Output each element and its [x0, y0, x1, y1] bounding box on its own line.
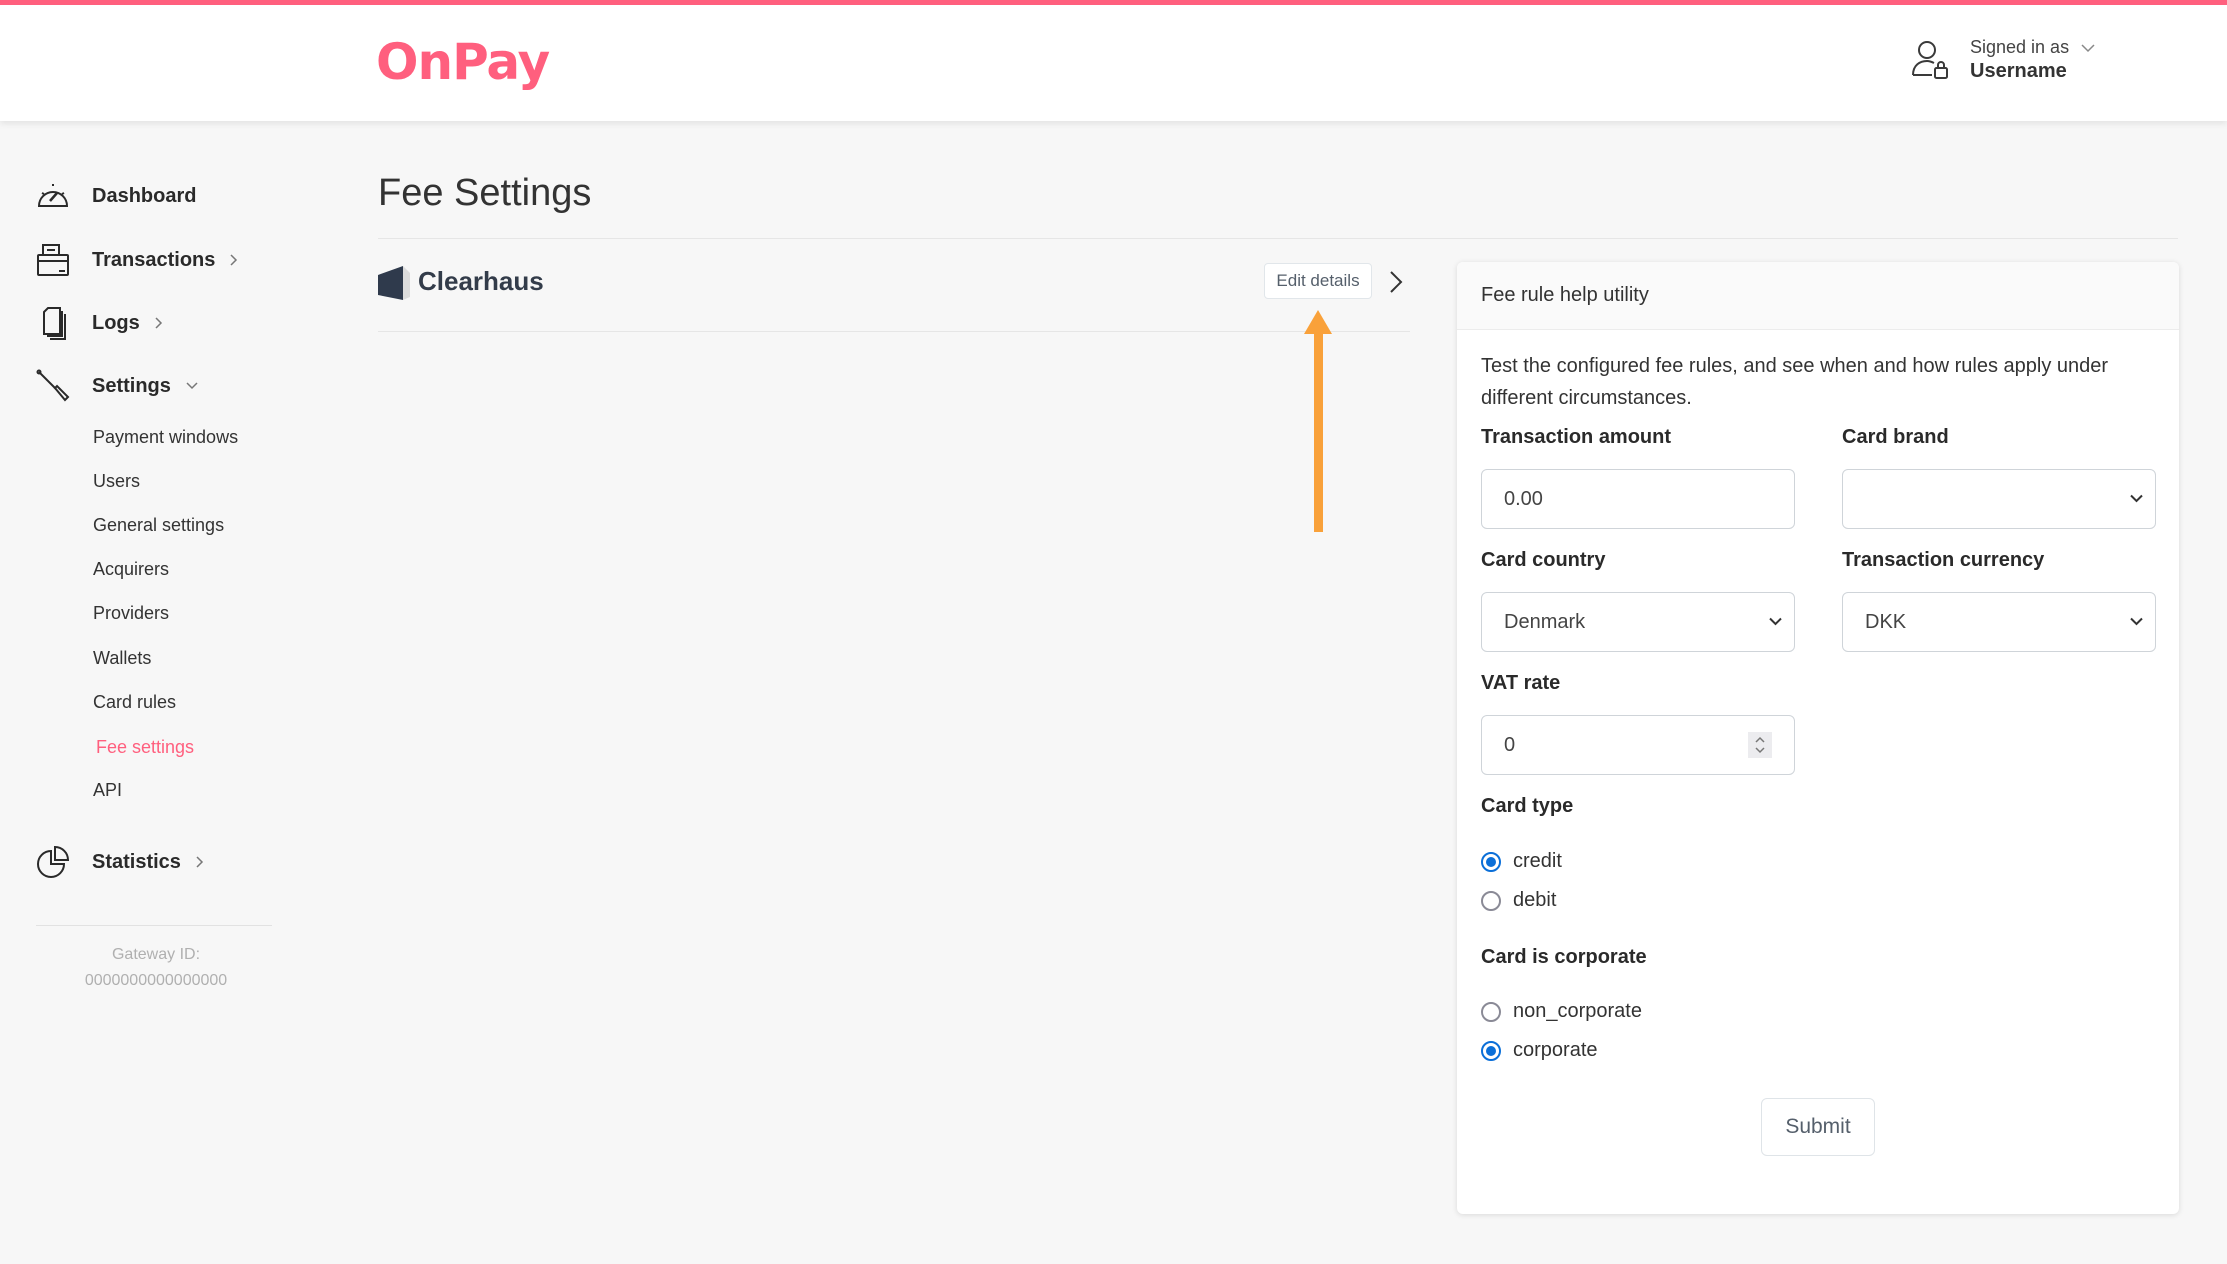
- radio-unchecked[interactable]: [1481, 890, 1501, 911]
- card-type-credit-radio[interactable]: credit: [1481, 850, 1562, 873]
- card-brand-label: Card brand: [1842, 426, 1949, 448]
- sidebar-item-acquirers[interactable]: Acquirers: [93, 559, 169, 585]
- chevron-right-icon: [196, 856, 203, 868]
- vat-rate-label: VAT rate: [1481, 672, 1561, 694]
- sidebar-item-logs[interactable]: Logs: [36, 303, 163, 343]
- sidebar-item-api[interactable]: API: [93, 780, 122, 806]
- signed-in-label: Signed in as: [1970, 37, 2070, 57]
- chevron-right-icon[interactable]: [1388, 270, 1404, 294]
- chevron-down-icon: [1769, 617, 1782, 626]
- card-type-debit-radio[interactable]: debit: [1481, 889, 1556, 912]
- acquirer-row: Clearhaus Edit details: [378, 262, 1410, 332]
- fee-rule-utility-card: Fee rule help utility Test the configure…: [1457, 262, 2179, 1214]
- sidebar-item-payment-windows[interactable]: Payment windows: [93, 427, 238, 453]
- edit-details-button[interactable]: Edit details: [1264, 263, 1372, 299]
- card-brand-select[interactable]: [1842, 469, 2156, 529]
- title-divider: [378, 238, 2178, 239]
- gateway-label: Gateway ID:: [111, 946, 201, 963]
- sidebar-item-general-settings[interactable]: General settings: [93, 515, 224, 541]
- acquirer-name: Clearhaus: [418, 266, 544, 296]
- cash-register-icon: [37, 244, 69, 276]
- sidebar-divider: [36, 925, 272, 926]
- transaction-amount-label: Transaction amount: [1481, 426, 1672, 448]
- radio-unchecked[interactable]: [1481, 1001, 1501, 1022]
- sidebar-item-statistics[interactable]: Statistics: [36, 842, 204, 882]
- username: Username: [1970, 60, 2067, 82]
- acquirer-divider: [378, 331, 1410, 332]
- card-corporate-label: Card is corporate: [1481, 946, 1647, 968]
- pie-chart-icon: [37, 845, 70, 878]
- submit-button[interactable]: Submit: [1761, 1098, 1875, 1156]
- screwdriver-icon: [36, 369, 70, 402]
- radio-checked[interactable]: [1481, 851, 1501, 872]
- transaction-currency-label: Transaction currency: [1842, 549, 2045, 571]
- page-title: Fee Settings: [378, 172, 592, 214]
- sidebar-item-fee-settings[interactable]: Fee settings: [96, 737, 194, 763]
- sidebar-item-wallets[interactable]: Wallets: [93, 648, 151, 674]
- chevron-down-icon: [2130, 617, 2143, 626]
- top-bar: OnPay Signed in as Username: [0, 0, 2227, 121]
- onpay-logo[interactable]: OnPay: [376, 33, 550, 91]
- sidebar-item-providers[interactable]: Providers: [93, 603, 169, 629]
- chevron-right-icon: [155, 317, 162, 329]
- sidebar-item-dashboard[interactable]: Dashboard: [36, 176, 196, 216]
- card-country-select[interactable]: Denmark: [1481, 592, 1795, 652]
- annotation-arrow-icon: [1304, 310, 1332, 532]
- sidebar-item-settings[interactable]: Settings: [36, 366, 199, 406]
- non-corporate-radio[interactable]: non_corporate: [1481, 1000, 1642, 1023]
- transaction-currency-select[interactable]: DKK: [1842, 592, 2156, 652]
- user-lock-icon: [1912, 41, 1948, 79]
- documents-icon: [43, 307, 66, 340]
- card-country-label: Card country: [1481, 549, 1606, 571]
- chevron-down-icon: [2130, 494, 2143, 503]
- number-stepper[interactable]: [1748, 732, 1772, 758]
- speedometer-icon: [37, 184, 69, 207]
- sidebar-item-card-rules[interactable]: Card rules: [93, 692, 176, 718]
- transaction-amount-input[interactable]: 0.00: [1481, 469, 1795, 529]
- gateway-info: Gateway ID: 0000000000000000: [36, 942, 276, 994]
- sidebar-item-transactions[interactable]: Transactions: [36, 240, 238, 280]
- user-menu[interactable]: Signed in as Username: [1910, 37, 2095, 83]
- chevron-down-icon[interactable]: [2081, 43, 2095, 53]
- card-header: Fee rule help utility: [1457, 262, 2179, 330]
- chevron-down-icon: [186, 382, 198, 390]
- gateway-id: 0000000000000000: [84, 972, 228, 989]
- up-down-arrows-icon: [1755, 736, 1765, 754]
- corporate-radio[interactable]: corporate: [1481, 1039, 1598, 1062]
- sidebar-item-users[interactable]: Users: [93, 471, 140, 497]
- chevron-right-icon: [230, 254, 238, 266]
- radio-checked[interactable]: [1481, 1040, 1501, 1061]
- vat-rate-input[interactable]: 0: [1481, 715, 1795, 775]
- clearhaus-logo-icon: [378, 266, 410, 300]
- card-description: Test the configured fee rules, and see w…: [1481, 355, 2109, 409]
- card-body: Test the configured fee rules, and see w…: [1457, 330, 2179, 1214]
- card-type-label: Card type: [1481, 795, 1574, 817]
